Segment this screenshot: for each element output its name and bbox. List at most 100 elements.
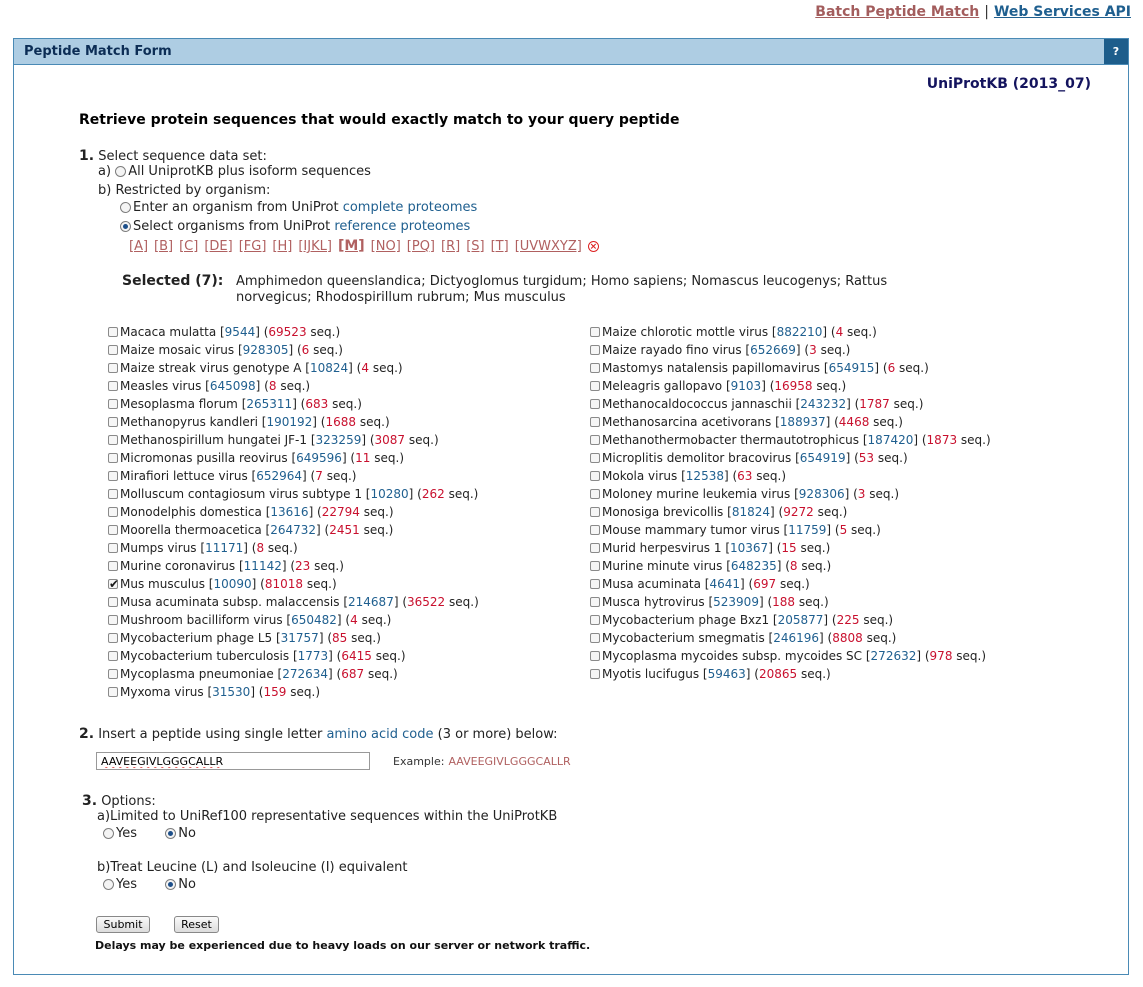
organism-row[interactable]: Murine coronavirus [11142] (23 seq.) xyxy=(108,557,479,575)
clear-selection-icon[interactable]: × xyxy=(587,241,599,252)
organism-row[interactable]: Monosiga brevicollis [81824] (9272 seq.) xyxy=(590,503,991,521)
organism-checkbox[interactable] xyxy=(108,453,118,463)
organism-checkbox[interactable] xyxy=(590,561,600,571)
radio-reference-proteomes[interactable] xyxy=(120,221,131,232)
option-complete-proteomes[interactable]: Enter an organism from UniProt complete … xyxy=(120,200,477,215)
organism-checkbox[interactable] xyxy=(590,525,600,535)
organism-checkbox[interactable] xyxy=(108,687,118,697)
organism-checkbox[interactable] xyxy=(590,399,600,409)
organism-checkbox[interactable] xyxy=(108,417,118,427)
organism-checkbox[interactable] xyxy=(590,417,600,427)
reference-proteomes-link[interactable]: reference proteomes xyxy=(334,219,470,234)
organism-checkbox[interactable] xyxy=(590,435,600,445)
organism-row[interactable]: Methanocaldococcus jannaschii [243232] (… xyxy=(590,395,991,413)
organism-row[interactable]: Myxoma virus [31530] (159 seq.) xyxy=(108,683,479,701)
organism-checkbox[interactable] xyxy=(590,615,600,625)
organism-checkbox[interactable] xyxy=(590,633,600,643)
taxonomy-id-link[interactable]: 654919 xyxy=(800,451,846,465)
letter-link[interactable]: [IJKL] xyxy=(298,239,332,254)
taxonomy-id-link[interactable]: 649596 xyxy=(296,451,342,465)
letter-link[interactable]: [A] xyxy=(129,239,148,254)
taxonomy-id-link[interactable]: 10280 xyxy=(370,487,408,501)
organism-checkbox[interactable] xyxy=(108,633,118,643)
organism-checkbox[interactable] xyxy=(590,453,600,463)
taxonomy-id-link[interactable]: 645098 xyxy=(210,379,256,393)
organism-row[interactable]: Maize mosaic virus [928305] (6 seq.) xyxy=(108,341,479,359)
taxonomy-id-link[interactable]: 205877 xyxy=(778,613,824,627)
batch-peptide-match-link[interactable]: Batch Peptide Match xyxy=(815,4,979,20)
organism-checkbox[interactable] xyxy=(108,561,118,571)
organism-row[interactable]: Methanothermobacter thermautotrophicus [… xyxy=(590,431,991,449)
organism-checkbox[interactable] xyxy=(590,543,600,553)
organism-row[interactable]: Molluscum contagiosum virus subtype 1 [1… xyxy=(108,485,479,503)
taxonomy-id-link[interactable]: 10367 xyxy=(730,541,768,555)
radio-all-uniprotkb[interactable] xyxy=(115,166,127,177)
organism-row[interactable]: Musa acuminata [4641] (697 seq.) xyxy=(590,575,991,593)
organism-row[interactable]: Mouse mammary tumor virus [11759] (5 seq… xyxy=(590,521,991,539)
organism-row[interactable]: Myotis lucifugus [59463] (20865 seq.) xyxy=(590,665,991,683)
organism-row[interactable]: Mus musculus [10090] (81018 seq.) xyxy=(108,575,479,593)
taxonomy-id-link[interactable]: 81824 xyxy=(732,505,770,519)
taxonomy-id-link[interactable]: 190192 xyxy=(266,415,312,429)
taxonomy-id-link[interactable]: 31530 xyxy=(212,685,250,699)
peptide-input[interactable] xyxy=(96,752,370,770)
letter-link[interactable]: [M] xyxy=(338,238,365,254)
organism-row[interactable]: Micromonas pusilla reovirus [649596] (11… xyxy=(108,449,479,467)
organism-row[interactable]: Mesoplasma florum [265311] (683 seq.) xyxy=(108,395,479,413)
organism-row[interactable]: Mushroom bacilliform virus [650482] (4 s… xyxy=(108,611,479,629)
taxonomy-id-link[interactable]: 1773 xyxy=(298,649,329,663)
radio-complete-proteomes[interactable] xyxy=(120,202,131,213)
organism-checkbox[interactable] xyxy=(108,399,118,409)
taxonomy-id-link[interactable]: 272632 xyxy=(871,649,917,663)
taxonomy-id-link[interactable]: 187420 xyxy=(868,433,914,447)
taxonomy-id-link[interactable]: 12538 xyxy=(686,469,724,483)
taxonomy-id-link[interactable]: 9103 xyxy=(731,379,762,393)
organism-row[interactable]: Maize chlorotic mottle virus [882210] (4… xyxy=(590,323,991,341)
taxonomy-id-link[interactable]: 650482 xyxy=(291,613,337,627)
organism-checkbox[interactable] xyxy=(590,579,600,589)
organism-checkbox[interactable] xyxy=(108,543,118,553)
organism-row[interactable]: Mastomys natalensis papillomavirus [6549… xyxy=(590,359,991,377)
example-peptide-link[interactable]: AAVEEGIVLGGGCALLR xyxy=(448,755,570,768)
organism-checkbox[interactable] xyxy=(108,435,118,445)
organism-checkbox[interactable] xyxy=(590,597,600,607)
taxonomy-id-link[interactable]: 882210 xyxy=(777,325,823,339)
organism-row[interactable]: Macaca mulatta [9544] (69523 seq.) xyxy=(108,323,479,341)
organism-checkbox[interactable] xyxy=(108,525,118,535)
organism-row[interactable]: Moloney murine leukemia virus [928306] (… xyxy=(590,485,991,503)
taxonomy-id-link[interactable]: 9544 xyxy=(225,325,256,339)
organism-checkbox[interactable] xyxy=(590,651,600,661)
organism-row[interactable]: Mycobacterium smegmatis [246196] (8808 s… xyxy=(590,629,991,647)
organism-checkbox[interactable] xyxy=(108,575,119,593)
organism-checkbox[interactable] xyxy=(590,489,600,499)
help-button[interactable]: ? xyxy=(1104,39,1128,64)
organism-checkbox[interactable] xyxy=(590,363,600,373)
letter-link[interactable]: [B] xyxy=(154,239,173,254)
organism-row[interactable]: Mycoplasma pneumoniae [272634] (687 seq.… xyxy=(108,665,479,683)
organism-row[interactable]: Mirafiori lettuce virus [652964] (7 seq.… xyxy=(108,467,479,485)
organism-row[interactable]: Moorella thermoacetica [264732] (2451 se… xyxy=(108,521,479,539)
organism-checkbox[interactable] xyxy=(108,669,118,679)
leucine-no-radio[interactable] xyxy=(165,879,177,890)
taxonomy-id-link[interactable]: 265311 xyxy=(246,397,292,411)
taxonomy-id-link[interactable]: 10824 xyxy=(310,361,348,375)
letter-link[interactable]: [PQ] xyxy=(407,239,435,254)
organism-checkbox[interactable] xyxy=(108,381,118,391)
organism-row[interactable]: Mycobacterium phage Bxz1 [205877] (225 s… xyxy=(590,611,991,629)
taxonomy-id-link[interactable]: 523909 xyxy=(713,595,759,609)
taxonomy-id-link[interactable]: 928305 xyxy=(243,343,289,357)
uniref100-no-radio[interactable] xyxy=(165,828,177,839)
letter-link[interactable]: [H] xyxy=(272,239,292,254)
option-reference-proteomes[interactable]: Select organisms from UniProt reference … xyxy=(120,219,470,234)
organism-checkbox[interactable] xyxy=(590,669,600,679)
organism-row[interactable]: Measles virus [645098] (8 seq.) xyxy=(108,377,479,395)
taxonomy-id-link[interactable]: 654915 xyxy=(829,361,875,375)
organism-checkbox[interactable] xyxy=(108,507,118,517)
organism-row[interactable]: Meleagris gallopavo [9103] (16958 seq.) xyxy=(590,377,991,395)
organism-checkbox[interactable] xyxy=(108,363,118,373)
option-all-uniprotkb[interactable]: a) All UniprotKB plus isoform sequences xyxy=(98,164,371,179)
letter-link[interactable]: [FG] xyxy=(239,239,267,254)
amino-acid-code-link[interactable]: amino acid code xyxy=(326,727,433,742)
taxonomy-id-link[interactable]: 10090 xyxy=(213,577,251,591)
complete-proteomes-link[interactable]: complete proteomes xyxy=(343,200,478,215)
